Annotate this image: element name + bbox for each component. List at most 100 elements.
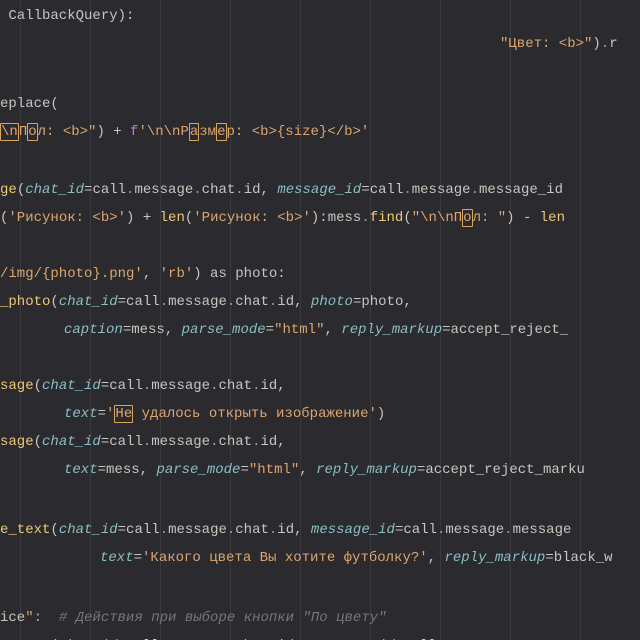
token-punc: = [442,322,450,338]
code-line[interactable]: sage(chat_id=call.message.chat.id, [0,428,640,456]
token-str: л: <b>" [38,124,97,140]
code-editor[interactable]: CallbackQuery):"Цвет: <b>").replace(\nПо… [0,0,640,640]
token-pl: accept_reject_marku [425,462,585,478]
token-pl: call [126,522,160,538]
token-pl: r [609,36,617,52]
token-pl: mess [131,322,165,338]
token-punc: , [324,322,341,338]
token-par: parse_mode [156,462,240,478]
token-pl: message [151,378,210,394]
token-punc: : [277,266,285,282]
token-pl: CallbackQuery [0,8,118,24]
token-pl: chat [218,378,252,394]
token-dot: . [143,378,151,394]
code-line[interactable]: ('Рисунок: <b>') + len('Рисунок: <b>'):m… [0,204,640,232]
token-dot: . [143,434,151,450]
token-punc: = [545,550,553,566]
code-line[interactable]: CallbackQuery): [0,2,640,30]
token-pl: accept_reject_ [451,322,569,338]
token-par: reply_markup [341,322,442,338]
token-punc: , [277,378,285,394]
token-punc: ) + [126,210,160,226]
token-punc: = [361,182,369,198]
token-strhl: П [19,124,27,140]
token-pl: photo [361,294,403,310]
token-par: text [100,550,134,566]
token-hl: а [189,123,199,141]
token-punc: ) [592,36,600,52]
token-par: message_id [277,182,361,198]
code-line[interactable]: e_text(chat_id=call.message.chat.id, mes… [0,632,640,640]
token-str: р: <b>{size}</b>' [227,124,370,140]
code-line[interactable]: caption=mess, parse_mode="html", reply_m… [0,316,640,344]
token-str: "Цвет: <b>" [500,36,592,52]
token-par: message_id [311,522,395,538]
token-fn: _photo [0,294,50,310]
token-par: reply_markup [444,550,545,566]
token-punc: ( [50,522,58,538]
code-line[interactable]: e_text(chat_id=call.message.chat.id, mes… [0,516,640,544]
code-line[interactable]: ice": # Действия при выборе кнопки "По ц… [0,604,640,632]
token-pl: chat [218,434,252,450]
token-pl: call [92,182,126,198]
code-line[interactable]: /img/{photo}.png', 'rb') as photo: [0,260,640,288]
token-str: "\n\nП [412,210,462,226]
token-dot: . [160,294,168,310]
token-pl: id [260,378,277,394]
token-str: удалось открыть изображение' [133,406,377,422]
token-punc: = [118,522,126,538]
token-punc: = [134,550,142,566]
code-line[interactable]: "Цвет: <b>").r [0,30,640,58]
token-punc: = [266,322,274,338]
token-pl: photo [235,266,277,282]
token-pl: id [277,294,294,310]
token-par: chat_id [59,294,118,310]
code-line[interactable]: text='Какого цвета Вы хотите футболку?',… [0,544,640,572]
token-fn: len [160,210,185,226]
token-str: 'rb' [160,266,194,282]
token-pl: message [151,434,210,450]
code-line[interactable]: text=mess, parse_mode="html", reply_mark… [0,456,640,484]
token-dot: . [160,522,168,538]
token-fn: len [540,210,565,226]
token-punc: ( [403,210,411,226]
token-str: л: " [473,210,507,226]
token-pl: id [244,182,261,198]
token-str: "html" [274,322,324,338]
token-str: 'Рисунок: <b>' [8,210,126,226]
token-hl: \n [0,123,19,141]
token-punc: , [165,322,182,338]
token-punc: , [428,550,445,566]
token-fn: sage [0,378,34,394]
token-pl: message [513,522,572,538]
token-pl: message [168,522,227,538]
token-fn: sage [0,434,34,450]
code-line[interactable]: eplace( [0,90,640,118]
token-cm: # Действия при выборе кнопки "По цвету" [59,610,387,626]
code-line[interactable]: sage(chat_id=call.message.chat.id, [0,372,640,400]
token-par: chat_id [59,522,118,538]
token-dot: . [403,182,411,198]
token-pl: ice [0,610,25,626]
token-fn: e_text [0,522,50,538]
token-pl: chat [235,294,269,310]
token-pl: id [277,522,294,538]
code-line[interactable]: ge(chat_id=call.message.chat.id, message… [0,176,640,204]
token-punc: = [101,378,109,394]
token-par: caption [64,322,123,338]
token-str: '\n\nР [138,124,188,140]
token-punc: = [98,462,106,478]
token-punc: ) + [96,124,130,140]
token-punc: , [143,266,160,282]
code-line[interactable]: text='Не удалось открыть изображение') [0,400,640,428]
token-punc: , [277,434,285,450]
token-pl: message [134,182,193,198]
token-punc: ) [118,8,126,24]
code-line[interactable]: \nПол: <b>") + f'\n\nРазмер: <b>{size}</… [0,118,640,146]
token-pl: chat [235,522,269,538]
code-line[interactable]: _photo(chat_id=call.message.chat.id, pho… [0,288,640,316]
token-punc: , [294,294,311,310]
token-pl: message_id [479,182,563,198]
token-punc: = [123,322,131,338]
token-pl: message [168,294,227,310]
